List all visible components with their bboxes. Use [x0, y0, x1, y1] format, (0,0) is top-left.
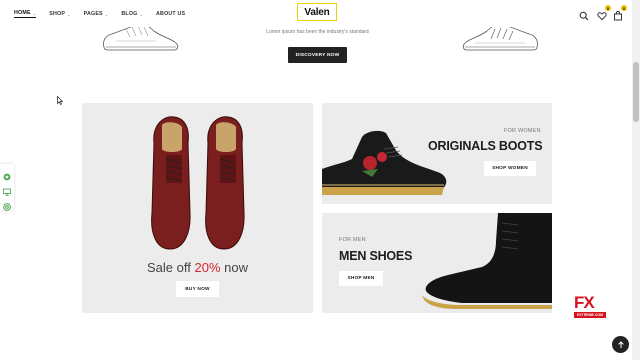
scrollbar-thumb[interactable] — [633, 62, 639, 122]
discovery-now-button[interactable]: DISCOVERY NOW — [288, 47, 347, 63]
black-boot-image — [422, 213, 552, 313]
arrow-up-icon — [617, 340, 624, 348]
chevron-down-icon: ⌄ — [104, 11, 109, 17]
men-kicker: FOR MEN — [339, 237, 366, 243]
page-scrollbar[interactable] — [632, 0, 640, 360]
lifebuoy-icon[interactable] — [3, 198, 11, 212]
sale-suffix: now — [220, 260, 248, 275]
color-swatch-icon[interactable] — [3, 168, 11, 181]
cart-count-badge: 0 — [621, 5, 627, 11]
watermark-main: FX — [574, 293, 595, 312]
nav-item-blog[interactable]: BLOG ⌄ — [121, 10, 143, 18]
boots-pair-image — [144, 113, 254, 258]
wishlist-heart-icon[interactable]: 0 — [597, 5, 611, 21]
page: HOME ⌄ SHOP ⌄ PAGES ⌄ BLOG ⌄ ABOUT US Valen … — [0, 0, 640, 360]
wishlist-count-badge: 0 — [605, 5, 611, 11]
site-header: HOME ⌄ SHOP ⌄ PAGES ⌄ BLOG ⌄ ABOUT US Valen … — [0, 0, 632, 27]
chevron-down-icon: ⌄ — [32, 10, 37, 16]
men-title: MEN SHOES — [339, 249, 413, 263]
nav-label: SHOP — [49, 11, 66, 17]
hero-text: Lorem ipsum has been the industry's stan… — [266, 29, 369, 35]
sale-percent: 20% — [194, 260, 221, 275]
chevron-down-icon: ⌄ — [67, 11, 71, 17]
mouse-pointer-icon — [57, 92, 64, 105]
nav-label: PAGES — [83, 11, 103, 17]
women-banner[interactable]: FOR WOMEN ORIGINALS BOOTS SHOP WOMEN — [322, 103, 552, 204]
nav-item-about[interactable]: ABOUT US — [156, 10, 185, 18]
women-kicker: FOR WOMEN — [504, 128, 541, 134]
nav-label: BLOG — [121, 11, 138, 17]
sale-prefix: Sale off — [147, 260, 195, 275]
main-nav: HOME ⌄ SHOP ⌄ PAGES ⌄ BLOG ⌄ ABOUT US — [14, 10, 198, 18]
men-banner[interactable]: FOR MEN MEN SHOES SHOP MEN — [322, 213, 552, 313]
women-title: ORIGINALS BOOTS — [428, 139, 543, 153]
chevron-down-icon: ⌄ — [139, 11, 144, 17]
nav-label: ABOUT US — [156, 11, 186, 17]
watermark-sub: EXTREME.COM — [574, 312, 606, 318]
buy-now-button[interactable]: BUY NOW — [176, 281, 219, 297]
shop-women-button[interactable]: SHOP WOMEN — [484, 161, 536, 176]
sale-headline: Sale off 20% now — [82, 260, 313, 275]
side-toolbar — [0, 164, 14, 212]
nav-label: HOME — [14, 10, 31, 16]
monitor-icon[interactable] — [3, 183, 11, 196]
search-icon[interactable] — [579, 8, 589, 21]
site-logo[interactable]: Valen — [297, 3, 337, 21]
sale-banner[interactable]: Sale off 20% now BUY NOW — [82, 103, 313, 313]
fxextreme-watermark: FX EXTREME.COM — [574, 294, 606, 318]
nav-item-shop[interactable]: SHOP ⌄ — [49, 10, 70, 18]
nav-item-home[interactable]: HOME ⌄ — [14, 10, 37, 18]
cart-bag-icon[interactable]: 0 — [613, 5, 627, 21]
back-to-top-button[interactable] — [612, 336, 629, 353]
nav-item-pages[interactable]: PAGES ⌄ — [84, 10, 109, 18]
shop-men-button[interactable]: SHOP MEN — [339, 271, 383, 286]
